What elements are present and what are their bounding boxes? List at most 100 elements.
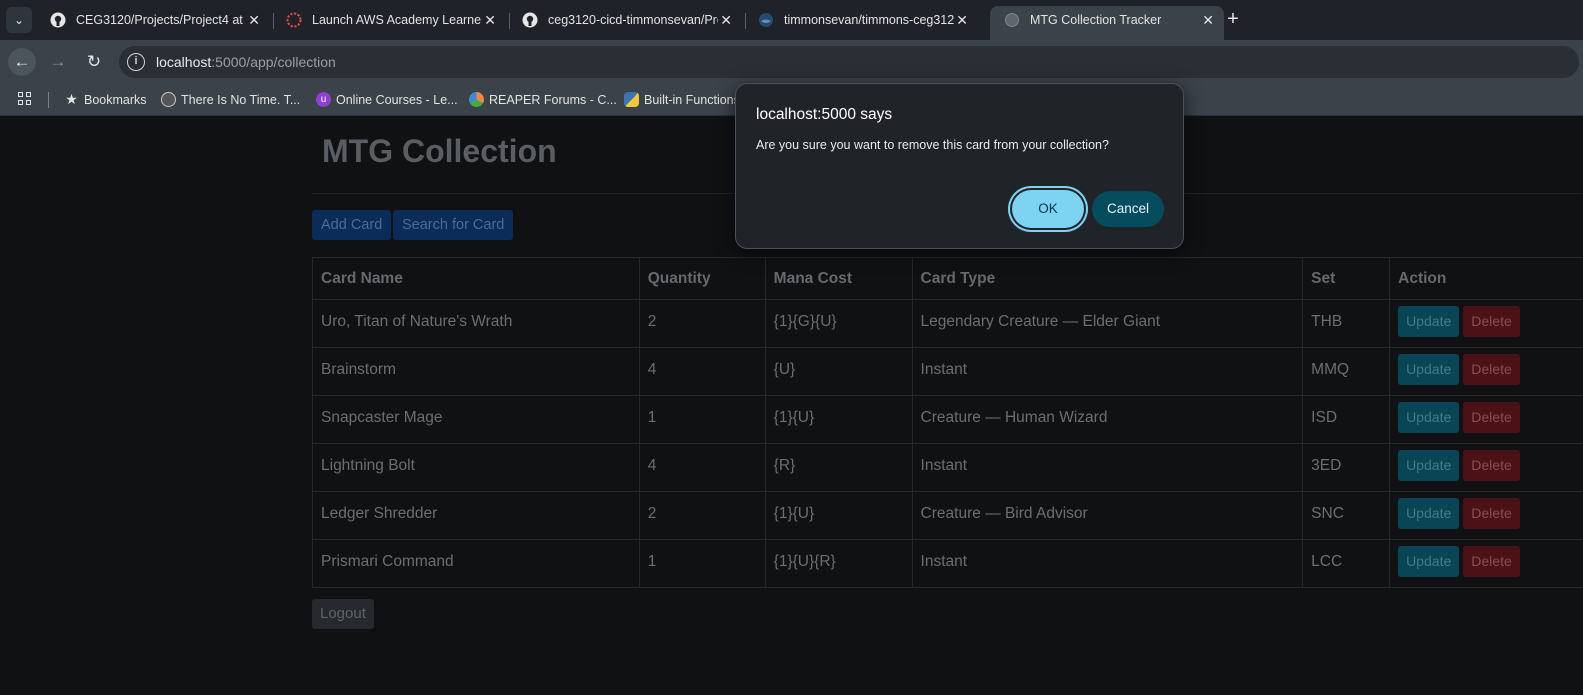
back-icon[interactable]: ← bbox=[8, 48, 36, 76]
cell-quantity: 2 bbox=[638, 299, 766, 348]
cell-mana-cost: {U} bbox=[764, 347, 913, 396]
table-row: Prismari Command 1 {1}{U}{R} Instant LCC… bbox=[312, 539, 1583, 588]
browser-toolbar: ← → ↻ i localhost:5000/app/collection bbox=[0, 40, 1583, 84]
cell-set: LCC bbox=[1302, 539, 1391, 588]
bookmark-item[interactable]: Built-in Functions bbox=[624, 91, 740, 109]
delete-button[interactable]: Delete bbox=[1463, 402, 1520, 433]
logout-button[interactable]: Logout bbox=[312, 599, 374, 629]
delete-button[interactable]: Delete bbox=[1463, 354, 1520, 385]
cancel-button[interactable]: Cancel bbox=[1092, 191, 1164, 227]
update-button[interactable]: Update bbox=[1398, 450, 1460, 481]
cell-card-type: Instant bbox=[911, 539, 1304, 588]
cell-card-type: Creature — Human Wizard bbox=[911, 395, 1304, 444]
table-row: Brainstorm 4 {U} Instant MMQ Update Delet… bbox=[312, 347, 1583, 396]
confirm-dialog: localhost:5000 says Are you sure you wan… bbox=[735, 83, 1184, 249]
close-tab-icon[interactable]: ✕ bbox=[248, 6, 260, 34]
header-quantity: Quantity bbox=[638, 257, 766, 300]
cell-mana-cost: {1}{U} bbox=[764, 395, 913, 444]
cell-actions: Update Delete bbox=[1389, 539, 1583, 588]
update-button[interactable]: Update bbox=[1398, 498, 1460, 529]
new-tab-icon[interactable]: + bbox=[1222, 8, 1244, 30]
header-card-name: Card Name bbox=[312, 257, 640, 300]
browser-tab-4[interactable]: timmonsevan/timmons-ceg312 ✕ bbox=[744, 6, 978, 40]
cell-mana-cost: {1}{U} bbox=[764, 491, 913, 540]
reload-icon[interactable]: ↻ bbox=[80, 48, 108, 76]
cell-set: MMQ bbox=[1302, 347, 1391, 396]
site-info-icon[interactable]: i bbox=[127, 53, 145, 71]
browser-tab-1[interactable]: CEG3120/Projects/Project4 at m ✕ bbox=[36, 6, 270, 40]
update-button[interactable]: Update bbox=[1398, 306, 1460, 337]
python-icon bbox=[624, 92, 639, 107]
cell-quantity: 1 bbox=[638, 539, 766, 588]
cell-actions: Update Delete bbox=[1389, 491, 1583, 540]
cell-mana-cost: {R} bbox=[764, 443, 913, 492]
tab-strip: ⌄ CEG3120/Projects/Project4 at m ✕ Launc… bbox=[0, 0, 1583, 40]
forward-icon[interactable]: → bbox=[44, 48, 72, 76]
url-path: :5000/app/collection bbox=[211, 54, 336, 70]
docker-icon bbox=[759, 13, 773, 27]
bookmark-label: There Is No Time. T... bbox=[181, 93, 301, 107]
cell-card-type: Instant bbox=[911, 443, 1304, 492]
cell-card-name: Brainstorm bbox=[312, 347, 640, 396]
udemy-icon: u bbox=[316, 92, 331, 107]
cell-quantity: 4 bbox=[638, 443, 766, 492]
bookmark-item[interactable]: There Is No Time. T... bbox=[161, 91, 300, 109]
cell-quantity: 1 bbox=[638, 395, 766, 444]
bookmark-folder[interactable]: ★ Bookmarks bbox=[64, 91, 146, 109]
browser-tab-active[interactable]: MTG Collection Tracker ✕ bbox=[990, 6, 1224, 40]
github-icon bbox=[522, 12, 538, 28]
delete-button[interactable]: Delete bbox=[1463, 450, 1520, 481]
close-tab-icon[interactable]: ✕ bbox=[956, 6, 968, 34]
cell-card-type: Legendary Creature — Elder Giant bbox=[911, 299, 1304, 348]
cell-set: SNC bbox=[1302, 491, 1391, 540]
table-row: Snapcaster Mage 1 {1}{U} Creature — Huma… bbox=[312, 395, 1583, 444]
address-bar[interactable]: i localhost:5000/app/collection bbox=[119, 46, 1579, 78]
page-title: MTG Collection bbox=[322, 133, 557, 169]
ok-button[interactable]: OK bbox=[1012, 190, 1084, 228]
apps-grid-icon[interactable] bbox=[18, 92, 33, 107]
update-button[interactable]: Update bbox=[1398, 402, 1460, 433]
browser-tab-3[interactable]: ceg3120-cicd-timmonsevan/Pro ✕ bbox=[508, 6, 742, 40]
tab-title: timmonsevan/timmons-ceg312 bbox=[784, 13, 954, 27]
collection-table: Card Name Quantity Mana Cost Card Type S… bbox=[312, 257, 1583, 588]
github-icon bbox=[50, 12, 66, 28]
delete-button[interactable]: Delete bbox=[1463, 546, 1520, 577]
bookmark-label: REAPER Forums - C... bbox=[489, 93, 617, 107]
cell-quantity: 4 bbox=[638, 347, 766, 396]
tab-search-menu-icon[interactable]: ⌄ bbox=[6, 7, 32, 33]
url-host: localhost bbox=[156, 54, 212, 70]
close-tab-icon[interactable]: ✕ bbox=[1202, 6, 1214, 34]
table-header-row: Card Name Quantity Mana Cost Card Type S… bbox=[312, 257, 1583, 300]
table-row: Ledger Shredder 2 {1}{U} Creature — Bird… bbox=[312, 491, 1583, 540]
dialog-message: Are you sure you want to remove this car… bbox=[756, 138, 1109, 152]
tab-title: Launch AWS Academy Learner L bbox=[312, 13, 482, 27]
cell-set: ISD bbox=[1302, 395, 1391, 444]
cell-actions: Update Delete bbox=[1389, 395, 1583, 444]
cell-card-name: Snapcaster Mage bbox=[312, 395, 640, 444]
delete-button[interactable]: Delete bbox=[1463, 498, 1520, 529]
cell-actions: Update Delete bbox=[1389, 299, 1583, 348]
browser-tab-2[interactable]: Launch AWS Academy Learner L ✕ bbox=[272, 6, 506, 40]
star-icon: ★ bbox=[65, 91, 78, 107]
table-row: Lightning Bolt 4 {R} Instant 3ED Update D… bbox=[312, 443, 1583, 492]
cell-card-name: Ledger Shredder bbox=[312, 491, 640, 540]
url-text: localhost:5000/app/collection bbox=[156, 54, 336, 70]
add-card-button[interactable]: Add Card bbox=[312, 210, 392, 240]
bookmark-item[interactable]: REAPER Forums - C... bbox=[469, 91, 617, 109]
delete-button[interactable]: Delete bbox=[1463, 306, 1520, 337]
table-row: Uro, Titan of Nature's Wrath 2 {1}{G}{U}… bbox=[312, 299, 1583, 348]
dialog-title: localhost:5000 says bbox=[756, 106, 893, 123]
cell-set: THB bbox=[1302, 299, 1391, 348]
bookmark-item[interactable]: u Online Courses - Le... bbox=[316, 91, 458, 109]
cell-card-type: Instant bbox=[911, 347, 1304, 396]
header-mana-cost: Mana Cost bbox=[764, 257, 913, 300]
close-tab-icon[interactable]: ✕ bbox=[720, 6, 732, 34]
bookmark-label: Online Courses - Le... bbox=[336, 93, 458, 107]
cell-actions: Update Delete bbox=[1389, 443, 1583, 492]
update-button[interactable]: Update bbox=[1398, 354, 1460, 385]
cell-card-name: Prismari Command bbox=[312, 539, 640, 588]
cell-mana-cost: {1}{G}{U} bbox=[764, 299, 913, 348]
update-button[interactable]: Update bbox=[1398, 546, 1460, 577]
close-tab-icon[interactable]: ✕ bbox=[484, 6, 496, 34]
search-card-button[interactable]: Search for Card bbox=[393, 210, 514, 240]
